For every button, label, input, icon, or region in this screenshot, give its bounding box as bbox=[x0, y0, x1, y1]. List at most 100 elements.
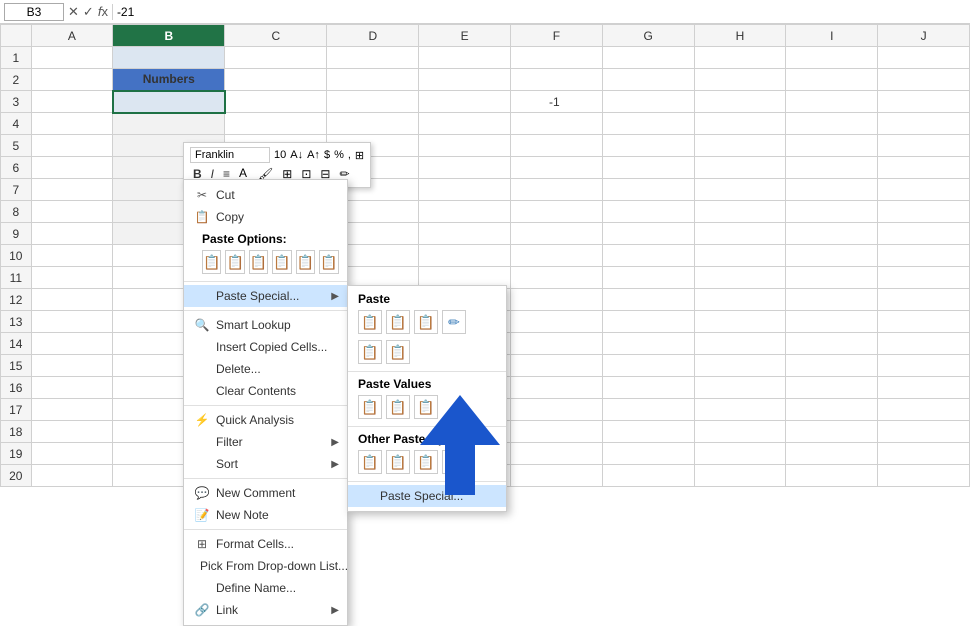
paste-val-btn-1[interactable]: 📋 bbox=[358, 395, 382, 419]
cell-i2[interactable] bbox=[786, 69, 878, 91]
paste-sub-btn-2[interactable]: 📋 bbox=[386, 310, 410, 334]
cell-c3[interactable] bbox=[225, 91, 327, 113]
col-header-d[interactable]: D bbox=[327, 25, 419, 47]
cell-h16[interactable] bbox=[694, 377, 786, 399]
cell-b2[interactable]: Numbers bbox=[113, 69, 225, 91]
cell-j11[interactable] bbox=[878, 267, 970, 289]
cell-f7[interactable] bbox=[510, 179, 602, 201]
menu-copy[interactable]: 📋 Copy bbox=[184, 206, 347, 228]
cell-i14[interactable] bbox=[786, 333, 878, 355]
cell-f2[interactable] bbox=[510, 69, 602, 91]
col-header-g[interactable]: G bbox=[602, 25, 694, 47]
percent-icon[interactable]: % bbox=[334, 149, 344, 161]
cell-f8[interactable] bbox=[510, 201, 602, 223]
col-header-b[interactable]: B bbox=[113, 25, 225, 47]
menu-paste-special[interactable]: Paste Special... ▶ bbox=[184, 285, 347, 307]
menu-clear-contents[interactable]: Clear Contents bbox=[184, 380, 347, 402]
paste-btn-2[interactable]: 📋 bbox=[225, 250, 244, 274]
cell-f16[interactable] bbox=[510, 377, 602, 399]
cell-e8[interactable] bbox=[419, 201, 511, 223]
cell-e7[interactable] bbox=[419, 179, 511, 201]
cell-i7[interactable] bbox=[786, 179, 878, 201]
paste-sub-btn-6[interactable]: 📋 bbox=[386, 340, 410, 364]
paste-btn-4[interactable]: 📋 bbox=[272, 250, 291, 274]
cell-g19[interactable] bbox=[602, 443, 694, 465]
col-header-e[interactable]: E bbox=[419, 25, 511, 47]
cell-i4[interactable] bbox=[786, 113, 878, 135]
cell-j8[interactable] bbox=[878, 201, 970, 223]
cell-j3[interactable] bbox=[878, 91, 970, 113]
cell-g9[interactable] bbox=[602, 223, 694, 245]
col-header-f[interactable]: F bbox=[510, 25, 602, 47]
cell-h2[interactable] bbox=[694, 69, 786, 91]
menu-new-comment[interactable]: 💬 New Comment bbox=[184, 482, 347, 504]
menu-format-cells[interactable]: ⊞ Format Cells... bbox=[184, 533, 347, 555]
cell-j14[interactable] bbox=[878, 333, 970, 355]
cell-c1[interactable] bbox=[225, 47, 327, 69]
paste-val-btn-2[interactable]: 📋 bbox=[386, 395, 410, 419]
cell-j5[interactable] bbox=[878, 135, 970, 157]
menu-sort[interactable]: Sort ▶ bbox=[184, 453, 347, 475]
cell-j20[interactable] bbox=[878, 465, 970, 487]
cell-a13[interactable] bbox=[31, 311, 113, 333]
cell-a17[interactable] bbox=[31, 399, 113, 421]
cell-f18[interactable] bbox=[510, 421, 602, 443]
cell-f13[interactable] bbox=[510, 311, 602, 333]
cell-g6[interactable] bbox=[602, 157, 694, 179]
cell-a1[interactable] bbox=[31, 47, 113, 69]
cell-g14[interactable] bbox=[602, 333, 694, 355]
cell-j13[interactable] bbox=[878, 311, 970, 333]
cell-i9[interactable] bbox=[786, 223, 878, 245]
dollar-icon[interactable]: $ bbox=[324, 149, 330, 161]
menu-insert-copied[interactable]: Insert Copied Cells... bbox=[184, 336, 347, 358]
menu-define-name[interactable]: Define Name... bbox=[184, 577, 347, 599]
cell-f19[interactable] bbox=[510, 443, 602, 465]
cell-h11[interactable] bbox=[694, 267, 786, 289]
cell-f1[interactable] bbox=[510, 47, 602, 69]
cell-a6[interactable] bbox=[31, 157, 113, 179]
col-header-h[interactable]: H bbox=[694, 25, 786, 47]
cell-d4[interactable] bbox=[327, 113, 419, 135]
cell-f10[interactable] bbox=[510, 245, 602, 267]
cell-a4[interactable] bbox=[31, 113, 113, 135]
col-header-a[interactable]: A bbox=[31, 25, 113, 47]
paste-sub-btn-4[interactable]: ✏ bbox=[442, 310, 466, 334]
cell-e1[interactable] bbox=[419, 47, 511, 69]
paste-sub-btn-1[interactable]: 📋 bbox=[358, 310, 382, 334]
cell-i16[interactable] bbox=[786, 377, 878, 399]
cell-a10[interactable] bbox=[31, 245, 113, 267]
cell-h7[interactable] bbox=[694, 179, 786, 201]
cell-a15[interactable] bbox=[31, 355, 113, 377]
cell-a14[interactable] bbox=[31, 333, 113, 355]
cell-a12[interactable] bbox=[31, 289, 113, 311]
cell-h13[interactable] bbox=[694, 311, 786, 333]
cell-h17[interactable] bbox=[694, 399, 786, 421]
function-icon[interactable]: fx bbox=[98, 4, 108, 19]
cell-h8[interactable] bbox=[694, 201, 786, 223]
cell-a9[interactable] bbox=[31, 223, 113, 245]
cell-g5[interactable] bbox=[602, 135, 694, 157]
cell-g4[interactable] bbox=[602, 113, 694, 135]
cell-f5[interactable] bbox=[510, 135, 602, 157]
font-name-input[interactable] bbox=[190, 147, 270, 163]
cell-e3[interactable] bbox=[419, 91, 511, 113]
menu-new-note[interactable]: 📝 New Note bbox=[184, 504, 347, 526]
cell-i1[interactable] bbox=[786, 47, 878, 69]
cell-g15[interactable] bbox=[602, 355, 694, 377]
confirm-icon[interactable]: ✓ bbox=[83, 4, 94, 20]
cell-j16[interactable] bbox=[878, 377, 970, 399]
cell-f12[interactable] bbox=[510, 289, 602, 311]
cell-e10[interactable] bbox=[419, 245, 511, 267]
cell-f6[interactable] bbox=[510, 157, 602, 179]
cell-h12[interactable] bbox=[694, 289, 786, 311]
cell-a2[interactable] bbox=[31, 69, 113, 91]
cell-b1[interactable] bbox=[113, 47, 225, 69]
cell-j1[interactable] bbox=[878, 47, 970, 69]
cell-g10[interactable] bbox=[602, 245, 694, 267]
other-paste-btn-1[interactable]: 📋 bbox=[358, 450, 382, 474]
cell-i18[interactable] bbox=[786, 421, 878, 443]
cell-h9[interactable] bbox=[694, 223, 786, 245]
paste-btn-1[interactable]: 📋 bbox=[202, 250, 221, 274]
cell-j15[interactable] bbox=[878, 355, 970, 377]
cell-g2[interactable] bbox=[602, 69, 694, 91]
